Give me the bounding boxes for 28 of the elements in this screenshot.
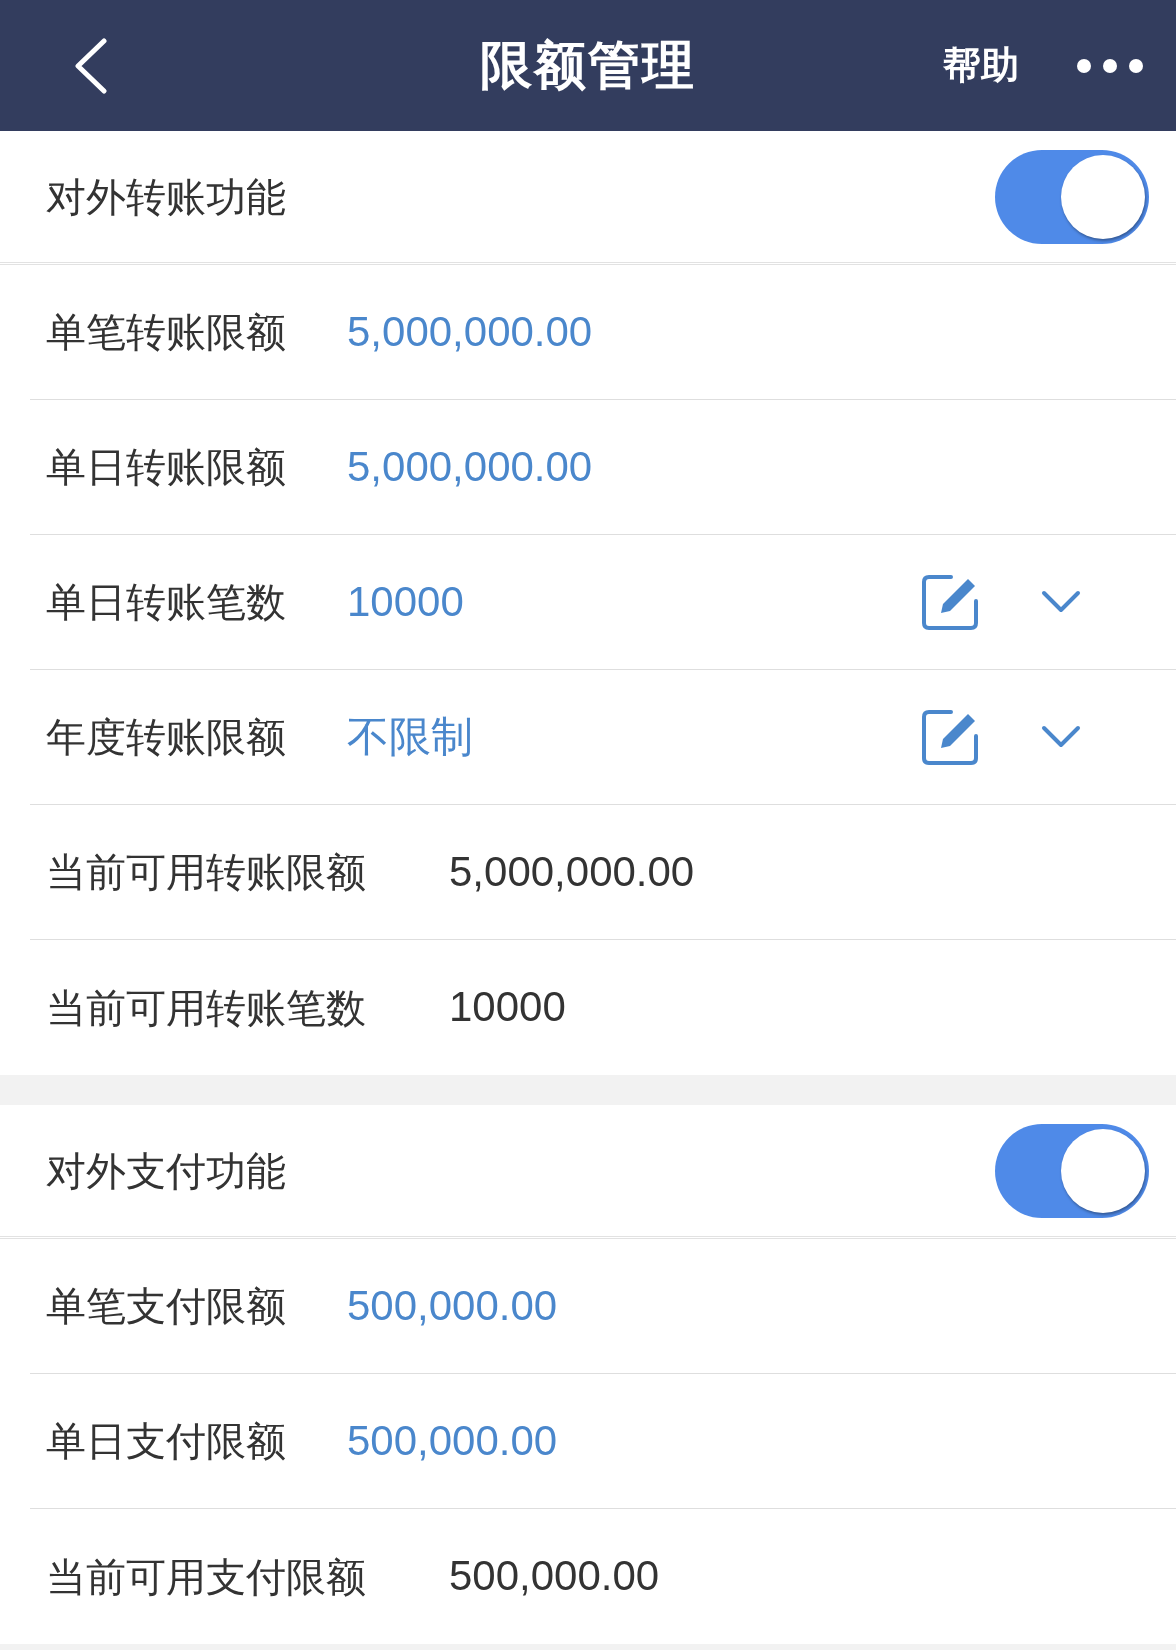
limit-value: 不限制: [347, 711, 473, 762]
help-button[interactable]: 帮助: [943, 42, 1019, 89]
limit-label: 单笔转账限额: [46, 309, 287, 356]
chevron-down-icon[interactable]: [1041, 590, 1081, 614]
limit-value: 5,000,000.00: [347, 441, 593, 492]
limit-value: 5,000,000.00: [347, 306, 593, 357]
more-icon[interactable]: [1077, 58, 1143, 73]
chevron-down-icon[interactable]: [1041, 725, 1081, 749]
back-icon[interactable]: [74, 37, 108, 94]
limit-label: 单日转账限额: [46, 444, 287, 491]
edit-icon[interactable]: [921, 708, 981, 766]
limit-label: 当前可用支付限额: [46, 1553, 367, 1601]
limit-label: 单笔支付限额: [46, 1283, 287, 1330]
edit-icon[interactable]: [921, 573, 981, 631]
function-label: 对外转账功能: [46, 173, 286, 221]
limit-value: 500,000.00: [449, 1551, 660, 1602]
limit-value: 5,000,000.00: [449, 846, 695, 897]
limit-value: 500,000.00: [347, 1415, 558, 1466]
function-label: 对外支付功能: [46, 1147, 286, 1195]
limit-label: 单日转账笔数: [46, 579, 287, 626]
page-title: 限额管理: [480, 35, 696, 97]
limit-value: 500,000.00: [347, 1280, 558, 1331]
limit-label: 年度转账限额: [46, 714, 287, 761]
limit-label: 当前可用转账笔数: [46, 984, 367, 1032]
limit-label: 当前可用转账限额: [46, 849, 367, 896]
limit-label: 单日支付限额: [46, 1418, 287, 1465]
limit-value: 10000: [449, 982, 566, 1033]
limit-value: 10000: [347, 576, 464, 627]
